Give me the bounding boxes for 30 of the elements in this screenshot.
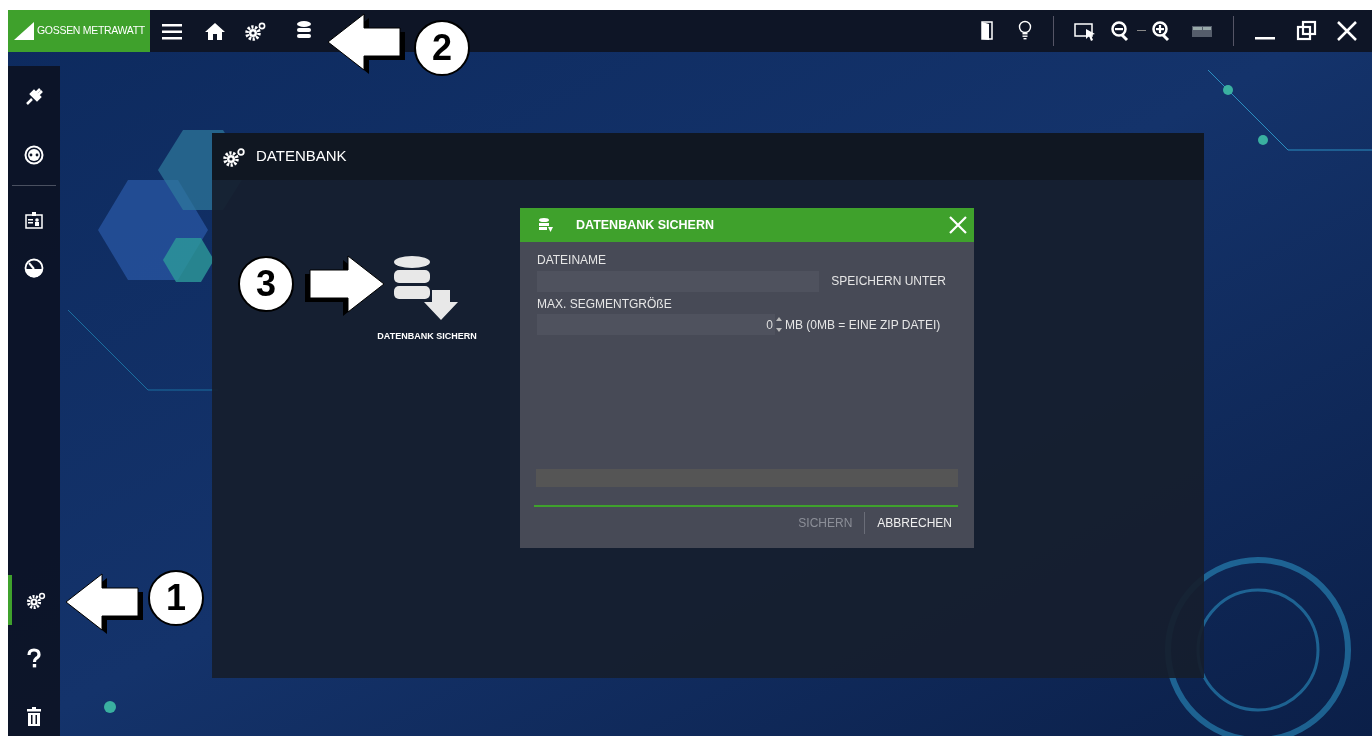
dialog-title: DATENBANK SICHERN [576,216,714,234]
logo-text: GOSSEN METRAWATT [37,23,145,39]
circuit-dot [104,701,116,713]
door-icon[interactable] [979,20,995,42]
logo-icon [14,22,34,40]
help-icon[interactable] [24,648,44,668]
settings-icon[interactable] [244,20,266,42]
close-icon[interactable] [1336,20,1358,42]
segment-size-field[interactable]: 0 [537,314,775,335]
unit-text: MB (0MB = EINE ZIP DATEI) [785,316,941,334]
cancel-button[interactable]: ABBRECHEN [865,512,964,534]
lightbulb-icon[interactable] [1017,20,1033,42]
save-as-button[interactable]: SPEICHERN UNTER [819,270,958,292]
database-download-icon [538,217,554,233]
field-label: DATEINAME [537,252,608,268]
gauge-icon[interactable] [24,258,44,278]
badge-icon[interactable] [24,210,44,230]
plug-icon[interactable] [24,85,44,105]
socket-icon[interactable] [24,145,44,165]
close-icon [948,215,968,235]
backup-tile[interactable]: DATENBANK SICHERN [362,253,492,345]
field-label: MAX. SEGMENTGRÖßE [537,296,673,312]
trash-icon[interactable] [24,706,44,726]
panel-title: DATENBANK [256,146,347,167]
close-button[interactable] [948,215,968,235]
settings-icon[interactable] [26,590,46,610]
select-pointer-icon[interactable] [1074,20,1096,42]
home-icon[interactable] [204,20,226,42]
restore-icon[interactable] [1296,20,1318,42]
settings-icon [222,145,248,168]
